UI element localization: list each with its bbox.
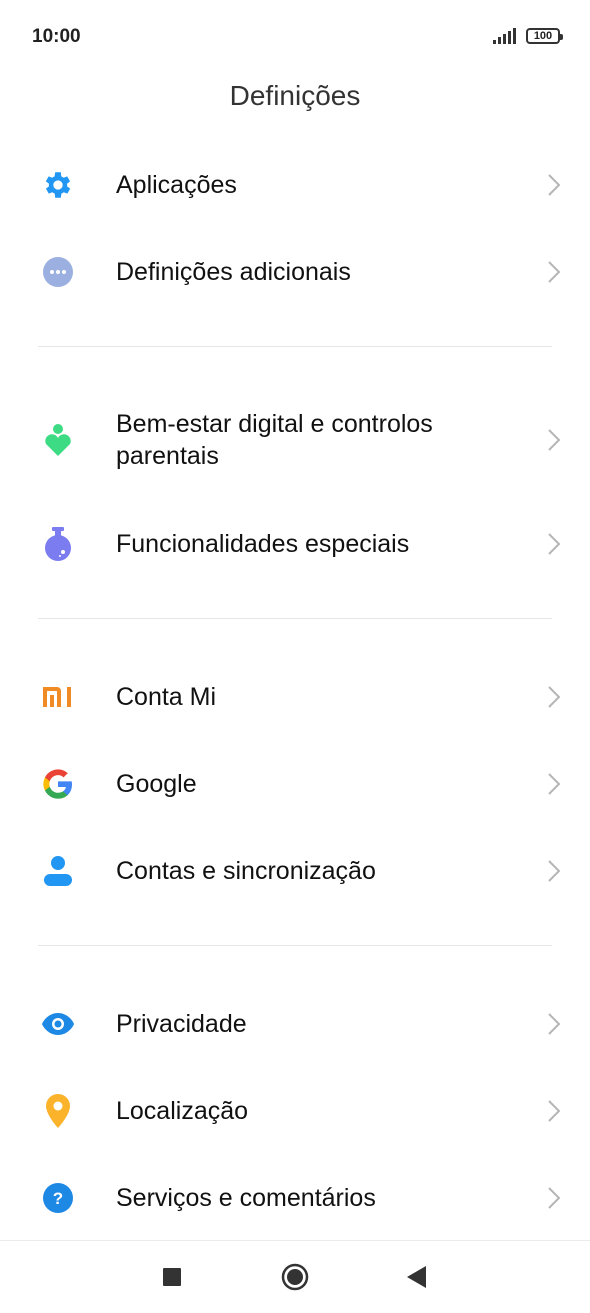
square-icon bbox=[163, 1268, 181, 1286]
more-icon bbox=[40, 254, 76, 290]
settings-item-label: Serviços e comentários bbox=[116, 1184, 376, 1212]
chevron-right-icon bbox=[546, 426, 562, 454]
chevron-right-icon bbox=[546, 530, 562, 558]
gear-icon bbox=[40, 167, 76, 203]
settings-item-privacy[interactable]: Privacidade bbox=[0, 984, 590, 1064]
battery-level: 100 bbox=[533, 30, 553, 42]
settings-item-apps[interactable]: Aplicações bbox=[0, 145, 590, 225]
settings-item-label: Bem-estar digital e controlos parentais bbox=[116, 410, 433, 470]
settings-item-special-features[interactable]: Funcionalidades especiais bbox=[0, 504, 590, 584]
status-time: 10:00 bbox=[32, 26, 81, 47]
settings-item-additional[interactable]: Definições adicionais bbox=[0, 232, 590, 312]
location-pin-icon bbox=[40, 1093, 76, 1129]
wellbeing-icon bbox=[40, 422, 76, 458]
settings-item-label: Google bbox=[116, 770, 197, 798]
settings-item-wellbeing[interactable]: Bem-estar digital e controlos parentais bbox=[0, 400, 590, 480]
settings-item-google[interactable]: Google bbox=[0, 744, 590, 824]
chevron-right-icon bbox=[546, 683, 562, 711]
settings-item-label: Conta Mi bbox=[116, 683, 217, 711]
divider bbox=[38, 618, 552, 619]
settings-item-accounts-sync[interactable]: Contas e sincronização bbox=[0, 831, 590, 911]
mi-logo-icon bbox=[40, 679, 76, 715]
settings-item-label: Funcionalidades especiais bbox=[116, 530, 410, 558]
user-icon bbox=[40, 853, 76, 889]
chevron-right-icon bbox=[546, 857, 562, 885]
settings-item-location[interactable]: Localização bbox=[0, 1071, 590, 1151]
triangle-back-icon bbox=[407, 1266, 426, 1288]
chevron-right-icon bbox=[546, 1097, 562, 1125]
page-title: Definições bbox=[229, 80, 361, 111]
signal-icon bbox=[493, 28, 516, 44]
settings-item-label: Definições adicionais bbox=[116, 258, 351, 286]
settings-item-mi-account[interactable]: Conta Mi bbox=[0, 657, 590, 737]
recents-button[interactable] bbox=[154, 1259, 190, 1295]
battery-icon: 100 bbox=[526, 28, 563, 44]
chevron-right-icon bbox=[546, 1010, 562, 1038]
settings-item-label: Aplicações bbox=[116, 171, 237, 199]
svg-text:?: ? bbox=[53, 1189, 63, 1208]
divider bbox=[38, 346, 552, 347]
circle-icon bbox=[281, 1263, 309, 1291]
flask-icon bbox=[40, 526, 76, 562]
help-icon: ? bbox=[40, 1180, 76, 1216]
settings-item-label: Privacidade bbox=[116, 1010, 247, 1038]
status-icons: 100 bbox=[493, 26, 563, 46]
settings-item-services-feedback[interactable]: ? Serviços e comentários bbox=[0, 1158, 590, 1238]
chevron-right-icon bbox=[546, 171, 562, 199]
home-button[interactable] bbox=[277, 1259, 313, 1295]
chevron-right-icon bbox=[546, 258, 562, 286]
settings-item-label: Contas e sincronização bbox=[116, 857, 376, 885]
back-button[interactable] bbox=[398, 1259, 434, 1295]
settings-item-label: Localização bbox=[116, 1097, 249, 1125]
divider bbox=[38, 945, 552, 946]
eye-icon bbox=[40, 1006, 76, 1042]
chevron-right-icon bbox=[546, 1184, 562, 1212]
chevron-right-icon bbox=[546, 770, 562, 798]
status-bar: 10:00 100 bbox=[0, 0, 590, 72]
navigation-bar bbox=[0, 1240, 590, 1313]
google-logo-icon bbox=[40, 766, 76, 802]
